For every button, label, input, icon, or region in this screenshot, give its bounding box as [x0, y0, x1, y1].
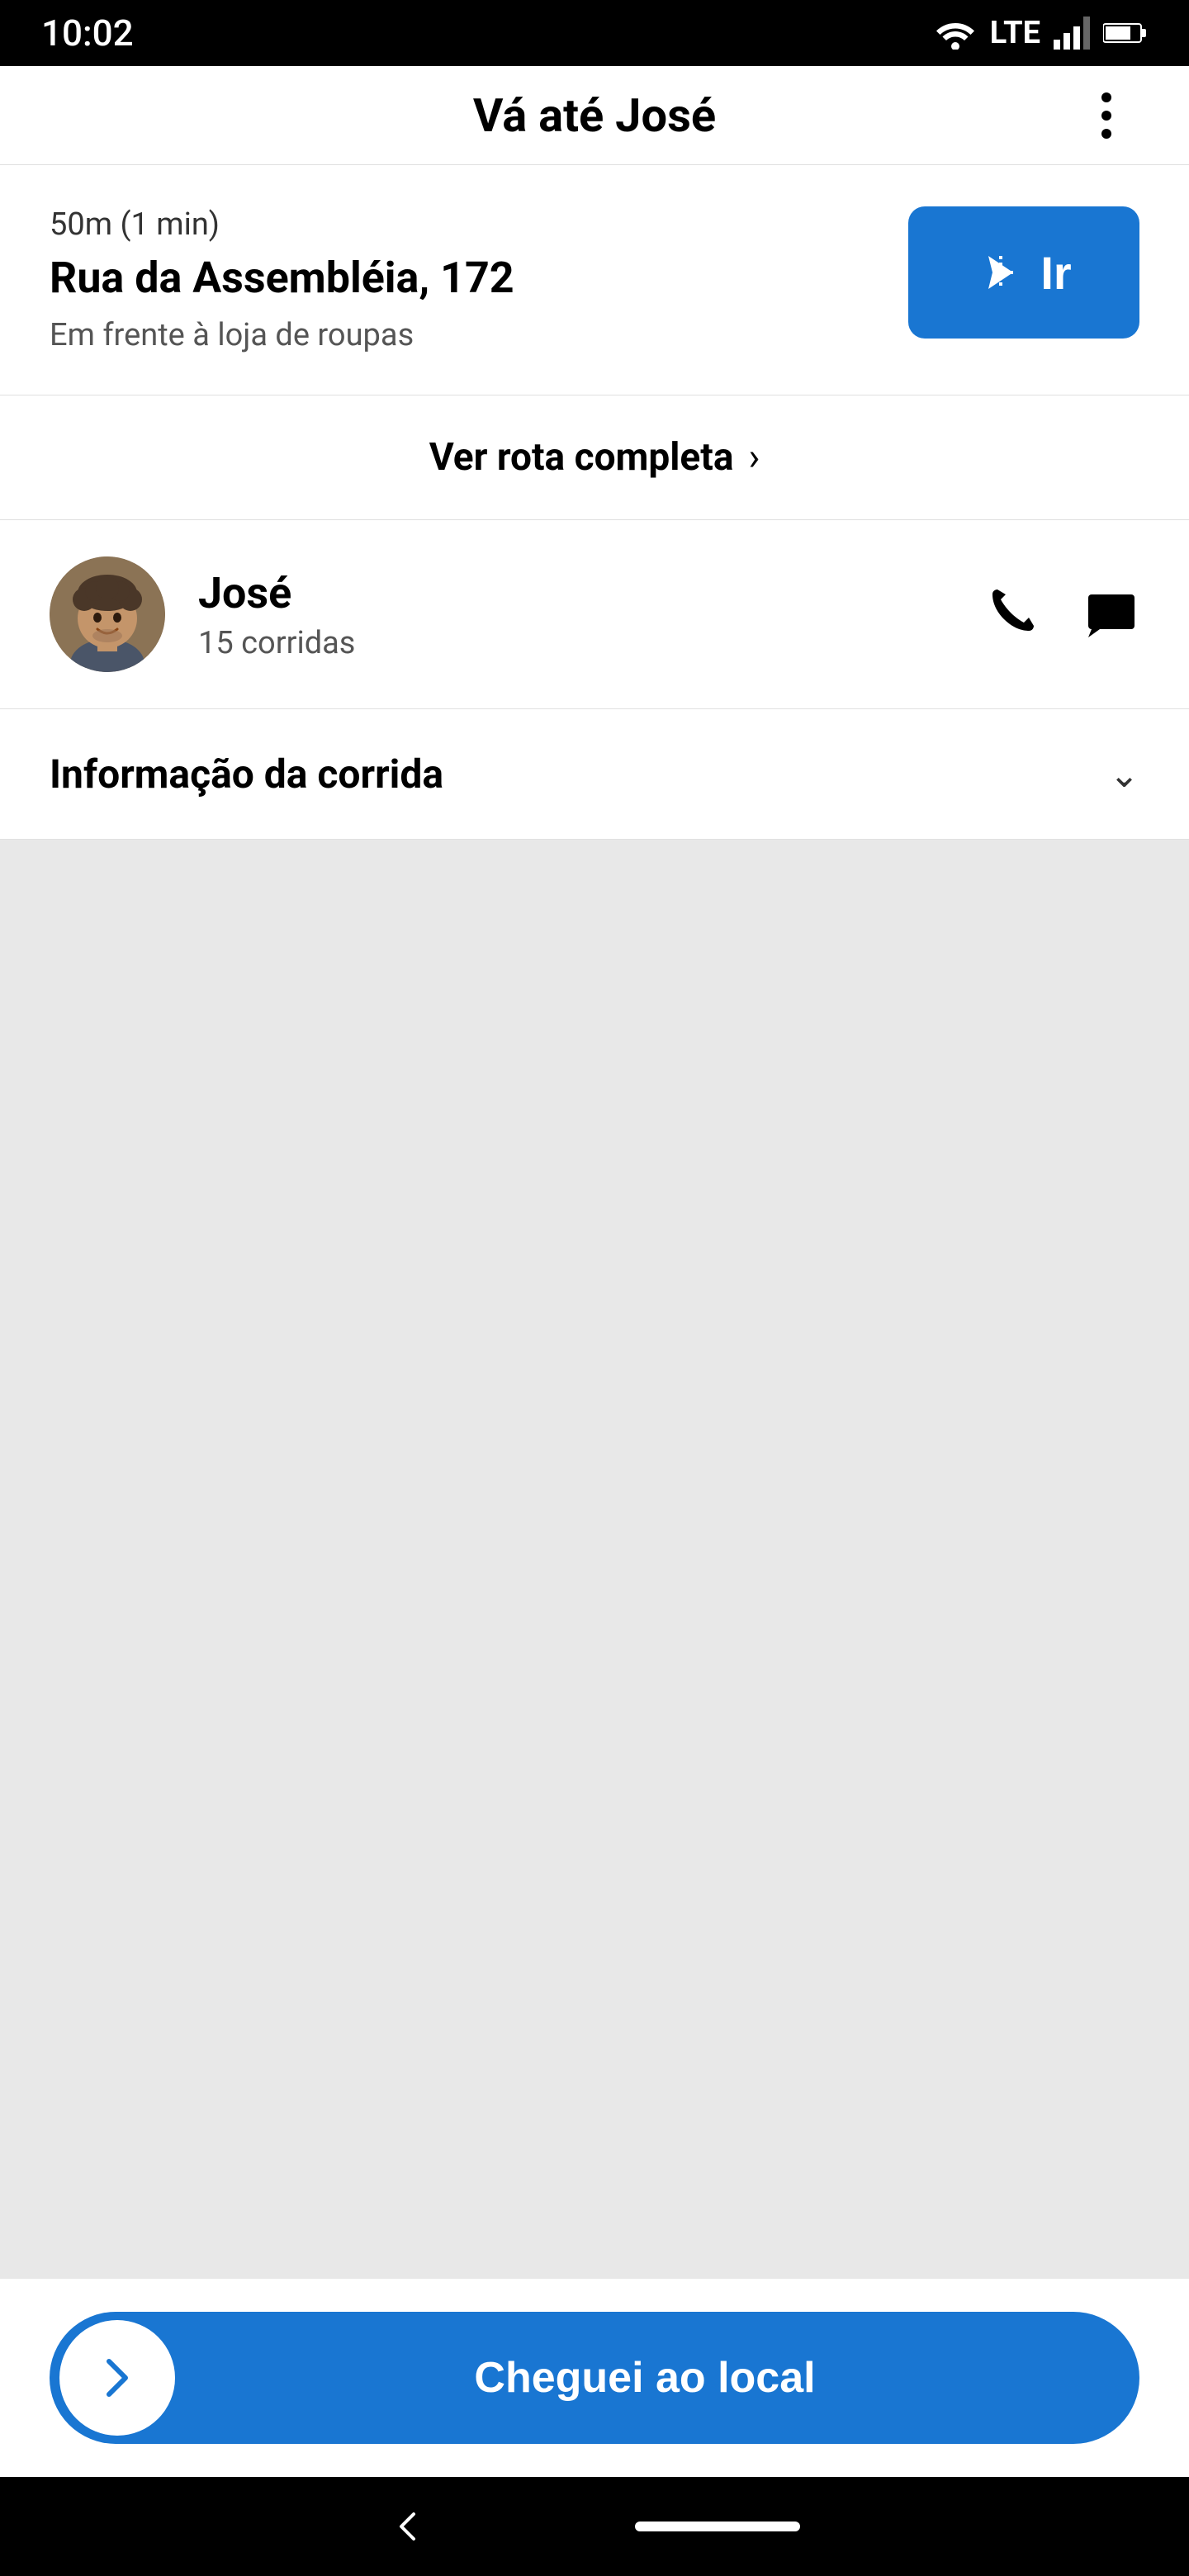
- battery-icon: [1103, 21, 1148, 45]
- more-dots-icon: [1101, 92, 1111, 139]
- avatar-face-svg: [50, 556, 165, 672]
- route-complete-button[interactable]: Ver rota completa ›: [0, 395, 1189, 520]
- header-title: Vá até José: [116, 88, 1073, 143]
- driver-section: José 15 corridas: [0, 520, 1189, 709]
- driver-info: José 15 corridas: [198, 568, 986, 661]
- navigate-icon: [976, 248, 1026, 297]
- wifi-icon: [934, 17, 977, 50]
- lte-icon: LTE: [990, 15, 1040, 51]
- info-section[interactable]: Informação da corrida ⌄: [0, 709, 1189, 840]
- route-info: 50m (1 min) Rua da Assembléia, 172 Em fr…: [50, 206, 875, 353]
- arrive-label: Cheguei ao local: [175, 2353, 1139, 2403]
- chevron-right-icon: ›: [748, 435, 760, 480]
- message-button[interactable]: [1083, 586, 1139, 642]
- message-icon: [1083, 586, 1139, 642]
- bottom-nav: [0, 2477, 1189, 2576]
- arrive-arrow-icon: [59, 2320, 175, 2436]
- driver-avatar: [50, 556, 165, 672]
- home-indicator[interactable]: [635, 2522, 800, 2531]
- status-bar: 10:02 LTE: [0, 0, 1189, 66]
- signal-icon: [1054, 17, 1090, 50]
- back-icon: [389, 2506, 430, 2547]
- phone-icon: [986, 586, 1042, 642]
- driver-actions: [986, 586, 1139, 642]
- call-button[interactable]: [986, 586, 1042, 642]
- arrive-button[interactable]: Cheguei ao local: [50, 2312, 1139, 2444]
- route-complete-label: Ver rota completa: [429, 435, 734, 480]
- app-container: Vá até José 50m (1 min) Rua da Assembléi…: [0, 66, 1189, 2477]
- route-meta: 50m (1 min): [50, 206, 875, 243]
- back-button[interactable]: [389, 2506, 430, 2547]
- go-button-label: Ir: [1040, 246, 1071, 300]
- driver-trips: 15 corridas: [198, 625, 986, 661]
- info-title: Informação da corrida: [50, 751, 443, 798]
- map-area: [0, 840, 1189, 2279]
- status-icons: LTE: [934, 15, 1148, 51]
- route-section: 50m (1 min) Rua da Assembléia, 172 Em fr…: [0, 165, 1189, 395]
- bottom-section: Cheguei ao local: [0, 2279, 1189, 2477]
- go-button[interactable]: Ir: [908, 206, 1139, 339]
- route-address: Rua da Assembléia, 172: [50, 253, 875, 304]
- driver-name: José: [198, 568, 986, 618]
- more-button[interactable]: [1073, 83, 1139, 149]
- header: Vá até José: [0, 66, 1189, 165]
- chevron-down-icon: ⌄: [1109, 753, 1139, 796]
- status-time: 10:02: [41, 12, 134, 54]
- route-hint: Em frente à loja de roupas: [50, 317, 875, 353]
